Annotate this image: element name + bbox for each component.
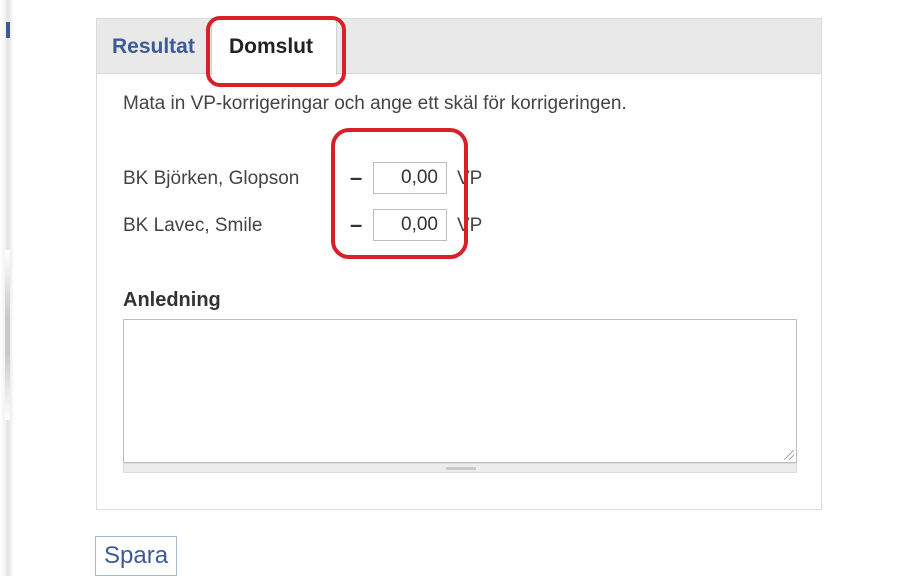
team-row: BK Björken, Glopson – VP: [123, 162, 523, 196]
drag-handle-icon[interactable]: [446, 467, 476, 470]
tab-domslut[interactable]: Domslut: [211, 19, 337, 75]
tab-resultat[interactable]: Resultat: [112, 19, 195, 73]
minus-sign: –: [350, 212, 363, 237]
textarea-drag-strip[interactable]: [123, 463, 797, 473]
domslut-panel: Resultat Domslut Mata in VP-korrigeringa…: [96, 18, 822, 510]
instruction-text: Mata in VP-korrigeringar och ange ett sk…: [123, 93, 627, 114]
left-edge-shade: [5, 250, 10, 420]
vp-unit-label: VP: [457, 215, 483, 236]
resize-grip-icon[interactable]: [784, 450, 794, 460]
team-row: BK Lavec, Smile – VP: [123, 209, 523, 243]
reason-textarea[interactable]: [123, 319, 797, 463]
save-button[interactable]: Spara: [95, 536, 178, 576]
tab-bar: Resultat Domslut: [97, 19, 821, 75]
vp-unit-label: VP: [457, 168, 483, 189]
reason-label: Anledning: [123, 289, 221, 311]
team-name: BK Björken, Glopson: [123, 168, 300, 189]
vp-correction-input[interactable]: [373, 209, 447, 241]
team-name: BK Lavec, Smile: [123, 215, 263, 236]
left-edge-accent: [6, 22, 10, 38]
minus-sign: –: [350, 165, 363, 190]
vp-correction-input[interactable]: [373, 162, 447, 194]
reason-field-wrapper: [123, 319, 797, 473]
